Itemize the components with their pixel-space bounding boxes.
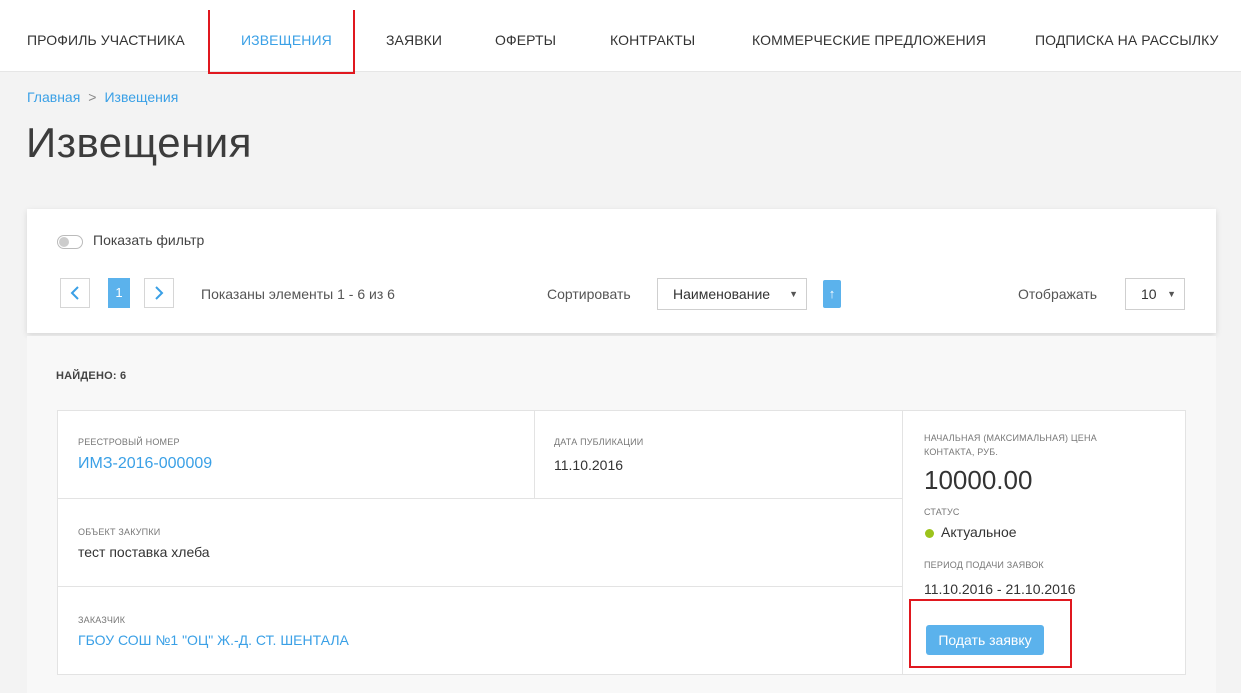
pager-page-1[interactable]: 1 bbox=[108, 278, 130, 308]
notice-card: РЕЕСТРОВЫЙ НОМЕР ИМЗ-2016-000009 ДАТА ПУ… bbox=[57, 410, 1186, 675]
top-navigation: ПРОФИЛЬ УЧАСТНИКА ИЗВЕЩЕНИЯ ЗАЯВКИ ОФЕРТ… bbox=[0, 0, 1241, 74]
price-value: 10000.00 bbox=[924, 465, 1033, 495]
breadcrumb-home-link[interactable]: Главная bbox=[27, 89, 80, 105]
status-label: СТАТУС bbox=[924, 507, 960, 517]
object-label: ОБЪЕКТ ЗАКУПКИ bbox=[78, 527, 161, 537]
chevron-left-icon bbox=[70, 286, 79, 300]
customer-link[interactable]: ГБОУ СОШ №1 "ОЦ" Ж.-Д. СТ. ШЕНТАЛА bbox=[78, 632, 349, 648]
object-value: тест поставка хлеба bbox=[78, 544, 210, 560]
nav-item-commercial-offers[interactable]: КОММЕРЧЕСКИЕ ПРЕДЛОЖЕНИЯ bbox=[752, 0, 986, 72]
nav-item-applications[interactable]: ЗАЯВКИ bbox=[386, 0, 442, 72]
status-dot-icon bbox=[925, 529, 934, 538]
customer-label: ЗАКАЗЧИК bbox=[78, 615, 126, 625]
price-label-line2: КОНТАКТА, РУБ. bbox=[924, 447, 999, 457]
page-size-value: 10 bbox=[1141, 286, 1157, 302]
sort-select-value: Наименование bbox=[673, 286, 771, 302]
pub-date-value: 11.10.2016 bbox=[554, 457, 624, 473]
filter-panel: Показать фильтр 1 Показаны элементы 1 - … bbox=[27, 209, 1216, 333]
registry-cell: РЕЕСТРОВЫЙ НОМЕР ИМЗ-2016-000009 bbox=[58, 411, 535, 499]
sort-direction-button[interactable]: ↑ bbox=[823, 280, 841, 308]
page-title: Извещения bbox=[26, 119, 252, 166]
nav-highlight-frame bbox=[208, 10, 355, 74]
page-size-select[interactable]: 10 ▼ bbox=[1125, 278, 1185, 310]
customer-cell: ЗАКАЗЧИК ГБОУ СОШ №1 "ОЦ" Ж.-Д. СТ. ШЕНТ… bbox=[58, 587, 903, 675]
caret-down-icon: ▼ bbox=[789, 289, 798, 299]
pager-summary: Показаны элементы 1 - 6 из 6 bbox=[201, 286, 395, 302]
object-cell: ОБЪЕКТ ЗАКУПКИ тест поставка хлеба bbox=[58, 499, 903, 587]
breadcrumb-separator: > bbox=[88, 89, 97, 105]
summary-column: НАЧАЛЬНАЯ (МАКСИМАЛЬНАЯ) ЦЕНА КОНТАКТА, … bbox=[904, 411, 1186, 675]
pager-prev-button[interactable] bbox=[60, 278, 90, 308]
status-value: Актуальное bbox=[941, 524, 1017, 540]
breadcrumb: Главная > Извещения bbox=[27, 89, 178, 105]
sort-select[interactable]: Наименование ▼ bbox=[657, 278, 807, 310]
arrow-up-icon: ↑ bbox=[828, 286, 836, 301]
breadcrumb-current[interactable]: Извещения bbox=[104, 89, 178, 105]
found-count: НАЙДЕНО: 6 bbox=[56, 370, 127, 382]
registry-number-link[interactable]: ИМЗ-2016-000009 bbox=[78, 455, 212, 473]
registry-label: РЕЕСТРОВЫЙ НОМЕР bbox=[78, 437, 180, 447]
nav-item-offers[interactable]: ОФЕРТЫ bbox=[495, 0, 556, 72]
nav-item-subscription[interactable]: ПОДПИСКА НА РАССЫЛКУ bbox=[1035, 0, 1219, 72]
results-section: НАЙДЕНО: 6 РЕЕСТРОВЫЙ НОМЕР ИМЗ-2016-000… bbox=[27, 336, 1216, 693]
button-highlight-frame bbox=[909, 599, 1072, 668]
caret-down-icon: ▼ bbox=[1167, 289, 1176, 299]
pager-next-button[interactable] bbox=[144, 278, 174, 308]
filter-toggle-label[interactable]: Показать фильтр bbox=[93, 232, 204, 248]
sort-label: Сортировать bbox=[547, 286, 631, 302]
period-value: 11.10.2016 - 21.10.2016 bbox=[924, 581, 1076, 597]
display-label: Отображать bbox=[1018, 286, 1098, 302]
nav-item-profile[interactable]: ПРОФИЛЬ УЧАСТНИКА bbox=[27, 0, 185, 72]
chevron-right-icon bbox=[155, 286, 164, 300]
nav-item-contracts[interactable]: КОНТРАКТЫ bbox=[610, 0, 695, 72]
toggle-knob bbox=[59, 237, 69, 247]
pub-date-cell: ДАТА ПУБЛИКАЦИИ 11.10.2016 bbox=[535, 411, 903, 499]
pub-date-label: ДАТА ПУБЛИКАЦИИ bbox=[554, 437, 644, 447]
filter-toggle[interactable] bbox=[57, 235, 83, 249]
price-label-line1: НАЧАЛЬНАЯ (МАКСИМАЛЬНАЯ) ЦЕНА bbox=[924, 433, 1097, 443]
period-label: ПЕРИОД ПОДАЧИ ЗАЯВОК bbox=[924, 560, 1044, 570]
